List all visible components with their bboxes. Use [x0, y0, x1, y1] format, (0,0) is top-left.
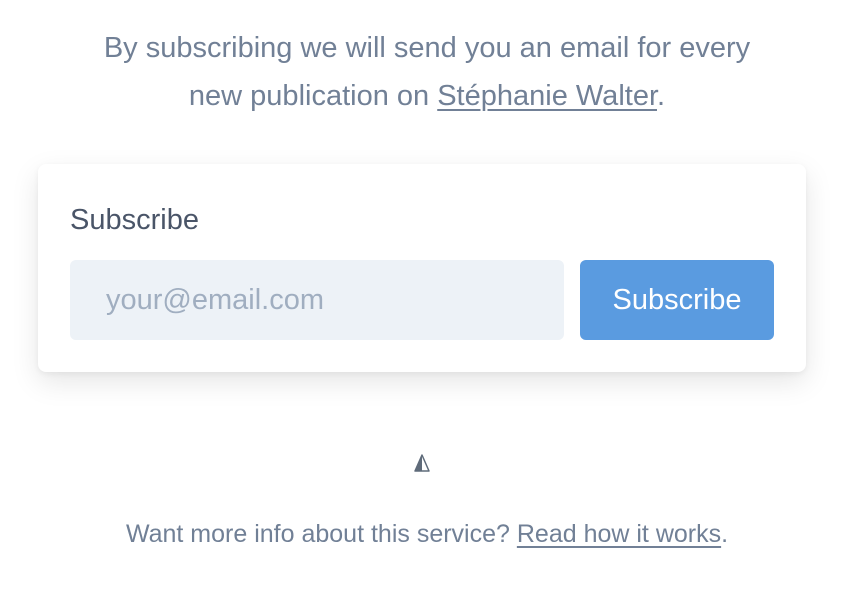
subscribe-card: Subscribe Subscribe	[38, 164, 806, 372]
subscribe-button[interactable]: Subscribe	[580, 260, 774, 340]
footer-suffix: .	[721, 520, 729, 548]
intro-line-2-prefix: new publication on	[188, 80, 438, 112]
subscribe-title: Subscribe	[70, 204, 199, 236]
footer-question: Want more info about this service?	[125, 520, 517, 548]
intro-text: By subscribing we will send you an email…	[0, 24, 854, 120]
sail-triangle-icon	[414, 454, 430, 472]
intro-line-2-suffix: .	[657, 80, 666, 112]
subscribe-page: By subscribing we will send you an email…	[0, 0, 854, 592]
how-it-works-link[interactable]: Read how it works	[517, 520, 721, 548]
footer-text: Want more info about this service? Read …	[0, 514, 854, 554]
intro-line-1: By subscribing we will send you an email…	[103, 32, 751, 64]
email-input[interactable]	[70, 260, 564, 340]
author-link[interactable]: Stéphanie Walter	[437, 80, 657, 112]
